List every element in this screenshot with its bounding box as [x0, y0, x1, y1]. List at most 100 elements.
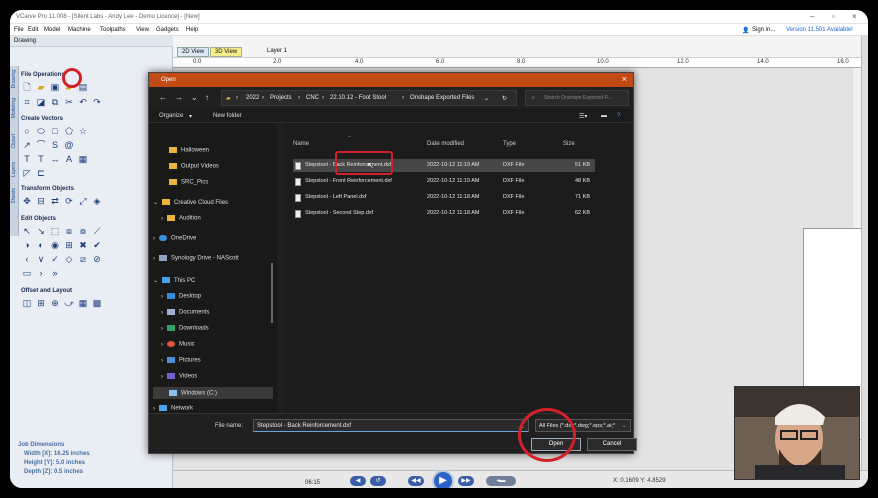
help-icon[interactable]: ?	[617, 113, 620, 119]
polyline-icon[interactable]: ↗	[22, 140, 32, 150]
offset-icon[interactable]: ◫	[22, 298, 32, 308]
star-icon[interactable]: ☆	[78, 126, 88, 136]
chevron-right-icon[interactable]: ›	[36, 268, 46, 278]
nav-item-desktop[interactable]: › Desktop	[161, 293, 201, 300]
up-arrow-icon[interactable]: ↑	[205, 93, 209, 102]
nav-item-this-pc[interactable]: ⌄ This PC	[153, 277, 195, 284]
table-icon[interactable]: ▦	[78, 154, 88, 164]
breadcrumb-cnc[interactable]: CNC	[306, 95, 319, 101]
tab-2d-view[interactable]: 2D View	[177, 47, 209, 57]
scale-icon[interactable]: ⤢	[78, 196, 88, 206]
chevron-double-icon[interactable]: »	[50, 268, 60, 278]
menu-help[interactable]: Help	[186, 27, 198, 33]
text-icon[interactable]: T	[22, 154, 32, 164]
curve-fit-icon[interactable]: ‹	[22, 254, 32, 264]
polygon-icon[interactable]: ⬠	[64, 126, 74, 136]
ungroup-icon[interactable]: ⧇	[78, 226, 88, 236]
play-button[interactable]: ▶	[432, 470, 454, 488]
dialog-close-icon[interactable]: ×	[622, 74, 627, 84]
breadcrumb-onshape[interactable]: Onshape Exported Files	[410, 95, 474, 101]
intersect-icon[interactable]: ◉	[50, 240, 60, 250]
weld-icon[interactable]: ◑	[22, 240, 32, 250]
organize-button[interactable]: Organize	[159, 113, 183, 119]
breadcrumb-projects[interactable]: Projects	[270, 95, 292, 101]
player-button[interactable]: ↺	[370, 476, 386, 486]
nav-item-output-videos[interactable]: Output Videos	[169, 163, 219, 170]
column-header-size[interactable]: Size	[563, 141, 575, 147]
side-tab-modeling[interactable]: Modeling	[11, 98, 18, 118]
column-header-type[interactable]: Type	[503, 141, 516, 147]
user-icon[interactable]: 👤	[742, 27, 749, 34]
side-tab-layers[interactable]: Layers	[11, 162, 18, 177]
open-folder-icon[interactable]: ▰	[36, 82, 46, 92]
mirror-icon[interactable]: ⇄	[50, 196, 60, 206]
arc-icon[interactable]: ⌒	[36, 140, 46, 150]
dogbone-icon[interactable]: ⊏	[36, 168, 46, 178]
rewind-button[interactable]: ◀◀	[408, 476, 424, 486]
cancel-button[interactable]: Cancel	[587, 438, 637, 451]
reverse-icon[interactable]: ▭	[22, 268, 32, 278]
side-tab-sheets[interactable]: Sheets	[11, 188, 18, 204]
nav-item-creative-cloud[interactable]: ⌄ Creative Cloud Files	[153, 199, 228, 206]
distort-icon[interactable]: ◈	[92, 196, 102, 206]
side-tab-clipart[interactable]: Clipart	[11, 134, 18, 148]
menu-edit[interactable]: Edit	[28, 27, 38, 33]
menu-view[interactable]: View	[136, 27, 149, 33]
cleanup-icon[interactable]: ⊘	[92, 254, 102, 264]
file-name-input[interactable]: Stepstool - Back Reinforcement.dxf ⌄	[253, 419, 529, 432]
fit-curve-icon[interactable]: ✓	[50, 254, 60, 264]
column-header-name[interactable]: Name	[293, 141, 309, 147]
nav-scrollbar[interactable]	[271, 263, 273, 323]
break-icon[interactable]: ⧄	[78, 254, 88, 264]
nav-item-audition[interactable]: › Audition	[161, 215, 201, 222]
file-row[interactable]: Stepstool - Second Step.dxf 2022-10-12 1…	[293, 207, 595, 220]
nav-item-pictures[interactable]: › Pictures	[161, 357, 201, 364]
transform-icon[interactable]: ⬚	[50, 226, 60, 236]
undo-icon[interactable]: ↶	[78, 97, 88, 107]
trim-icon[interactable]: ⟋	[92, 226, 102, 236]
nav-item-src-pics[interactable]: SRC_Pics	[169, 179, 208, 186]
menu-model[interactable]: Model	[44, 27, 60, 33]
menu-toolpaths[interactable]: Toolpaths	[100, 27, 126, 33]
circle-icon[interactable]: ○	[22, 126, 32, 136]
maximize-icon[interactable]: ▫	[832, 12, 835, 21]
dimension-icon[interactable]: ↔	[50, 154, 60, 164]
filter-dropdown-icon[interactable]: ⌄	[622, 423, 627, 429]
move-icon[interactable]: ✥	[22, 196, 32, 206]
offset-nodes-icon[interactable]: ◇	[64, 254, 74, 264]
nav-item-halloween[interactable]: Halloween	[169, 147, 209, 154]
nav-item-music[interactable]: › Music	[161, 341, 195, 348]
text-box-icon[interactable]: T	[36, 154, 46, 164]
side-tab-drawing[interactable]: Drawing	[11, 70, 18, 88]
smooth-icon[interactable]: ✔	[92, 240, 102, 250]
copy-along-icon[interactable]: ⤻	[64, 298, 74, 308]
refresh-icon[interactable]: ↻	[502, 95, 507, 102]
join-icon[interactable]: ⊞	[64, 240, 74, 250]
nav-item-documents[interactable]: › Documents	[161, 309, 209, 316]
breadcrumb-2022[interactable]: 2022	[246, 95, 259, 101]
new-folder-button[interactable]: New folder	[213, 113, 242, 119]
file-row[interactable]: Stepstool - Left Panel.dxf 2022-10-12 11…	[293, 191, 595, 204]
save-icon[interactable]: ▣	[50, 82, 60, 92]
subtract-icon[interactable]: ◐	[36, 240, 46, 250]
view-options-icon[interactable]: ☰▾	[579, 113, 587, 120]
import-component-icon[interactable]: ◪	[36, 97, 46, 107]
forward-button[interactable]: ▶▶	[458, 476, 474, 486]
rectangle-icon[interactable]: □	[50, 126, 60, 136]
nav-item-videos[interactable]: › Videos	[161, 373, 197, 380]
step-repeat-icon[interactable]: ▩	[92, 298, 102, 308]
preview-pane-icon[interactable]: ▬	[601, 113, 607, 119]
breadcrumb-foot-stool[interactable]: 22.10.12 - Foot Stool	[330, 95, 386, 101]
align-icon[interactable]: ⊟	[36, 196, 46, 206]
rotate-icon[interactable]: ⟳	[64, 196, 74, 206]
cut-icon[interactable]: ✂	[64, 97, 74, 107]
minimize-icon[interactable]: –	[810, 12, 814, 21]
nav-item-windows-c[interactable]: Windows (C:)	[153, 387, 273, 399]
back-arrow-icon[interactable]: ←	[159, 93, 167, 102]
menu-machine[interactable]: Machine	[68, 27, 91, 33]
version-link[interactable]: Version 11.501 Available!	[786, 27, 853, 33]
spiral-icon[interactable]: @	[64, 140, 74, 150]
new-file-icon[interactable]: 🗋	[22, 82, 32, 92]
address-bar[interactable]: ▰ › 2022 › Projects › CNC › 22.10.12 - F…	[221, 90, 517, 106]
player-button[interactable]: ◀	[350, 476, 366, 486]
